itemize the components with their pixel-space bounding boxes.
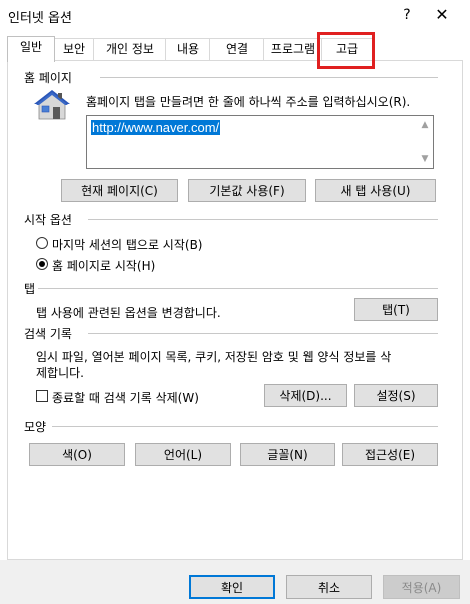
title-bar: 인터넷 옵션 ? ✕ (0, 0, 470, 30)
apply-button[interactable]: 적용(A) (383, 575, 460, 599)
history-settings-button[interactable]: 설정(S) (354, 384, 438, 407)
history-description-2: 제합니다. (36, 366, 84, 380)
tabs-description: 탭 사용에 관련된 옵션을 변경합니다. (36, 306, 221, 320)
close-button[interactable]: ✕ (430, 5, 454, 25)
delete-history-button[interactable]: 삭제(D)... (264, 384, 347, 407)
history-description-1: 임시 파일, 열어본 페이지 목록, 쿠키, 저장된 암호 및 웹 양식 정보를… (36, 350, 392, 364)
cancel-button[interactable]: 취소 (286, 575, 372, 599)
delete-on-exit-checkbox[interactable] (36, 390, 48, 402)
scroll-down-icon[interactable]: ▼ (418, 152, 432, 166)
use-default-button[interactable]: 기본값 사용(F) (188, 179, 306, 202)
startup-last-session-label: 마지막 세션의 탭으로 시작(B) (52, 238, 203, 252)
colors-button[interactable]: 색(O) (29, 443, 125, 466)
startup-section-label: 시작 옵션 (24, 213, 72, 227)
appearance-divider (52, 426, 438, 427)
startup-home-label: 홈 페이지로 시작(H) (52, 259, 156, 273)
startup-last-session-radio[interactable] (36, 237, 48, 249)
use-current-button[interactable]: 현재 페이지(C) (61, 179, 178, 202)
annotation-highlight-box (317, 32, 375, 69)
tab-privacy[interactable]: 개인 정보 (93, 38, 167, 60)
appearance-section-label: 모양 (24, 420, 47, 434)
tab-general[interactable]: 일반 (7, 36, 55, 62)
tabs-section-label: 탭 (24, 282, 36, 296)
delete-on-exit-label: 종료할 때 검색 기록 삭제(W) (52, 391, 199, 405)
home-url-value: http://www.naver.com/ (91, 120, 221, 135)
home-section-label: 홈 페이지 (24, 71, 72, 85)
tab-connections[interactable]: 연결 (209, 38, 265, 60)
tab-security[interactable]: 보안 (53, 38, 95, 60)
house-icon (32, 88, 72, 122)
use-new-tab-button[interactable]: 새 탭 사용(U) (315, 179, 436, 202)
scroll-up-icon[interactable]: ▲ (418, 118, 432, 132)
help-button[interactable]: ? (397, 5, 417, 25)
tab-content[interactable]: 내용 (165, 38, 211, 60)
tabs-divider (38, 288, 438, 289)
home-instruction: 홈페이지 탭을 만들려면 한 줄에 하나씩 주소를 입력하십시오(R). (86, 95, 411, 109)
accessibility-button[interactable]: 접근성(E) (342, 443, 438, 466)
home-url-textarea[interactable]: http://www.naver.com/ ▲ ▼ (86, 115, 434, 169)
window-title: 인터넷 옵션 (8, 11, 72, 26)
history-divider (88, 333, 438, 334)
tab-strip: 일반 보안 개인 정보 내용 연결 프로그램 고급 (0, 36, 470, 62)
ok-button[interactable]: 확인 (189, 575, 275, 599)
startup-divider (88, 219, 438, 220)
tab-programs[interactable]: 프로그램 (263, 38, 323, 60)
tabs-settings-button[interactable]: 탭(T) (354, 298, 438, 321)
fonts-button[interactable]: 글꼴(N) (240, 443, 335, 466)
history-section-label: 검색 기록 (24, 327, 72, 341)
startup-home-radio[interactable] (36, 258, 48, 270)
languages-button[interactable]: 언어(L) (135, 443, 231, 466)
home-divider (100, 77, 438, 78)
